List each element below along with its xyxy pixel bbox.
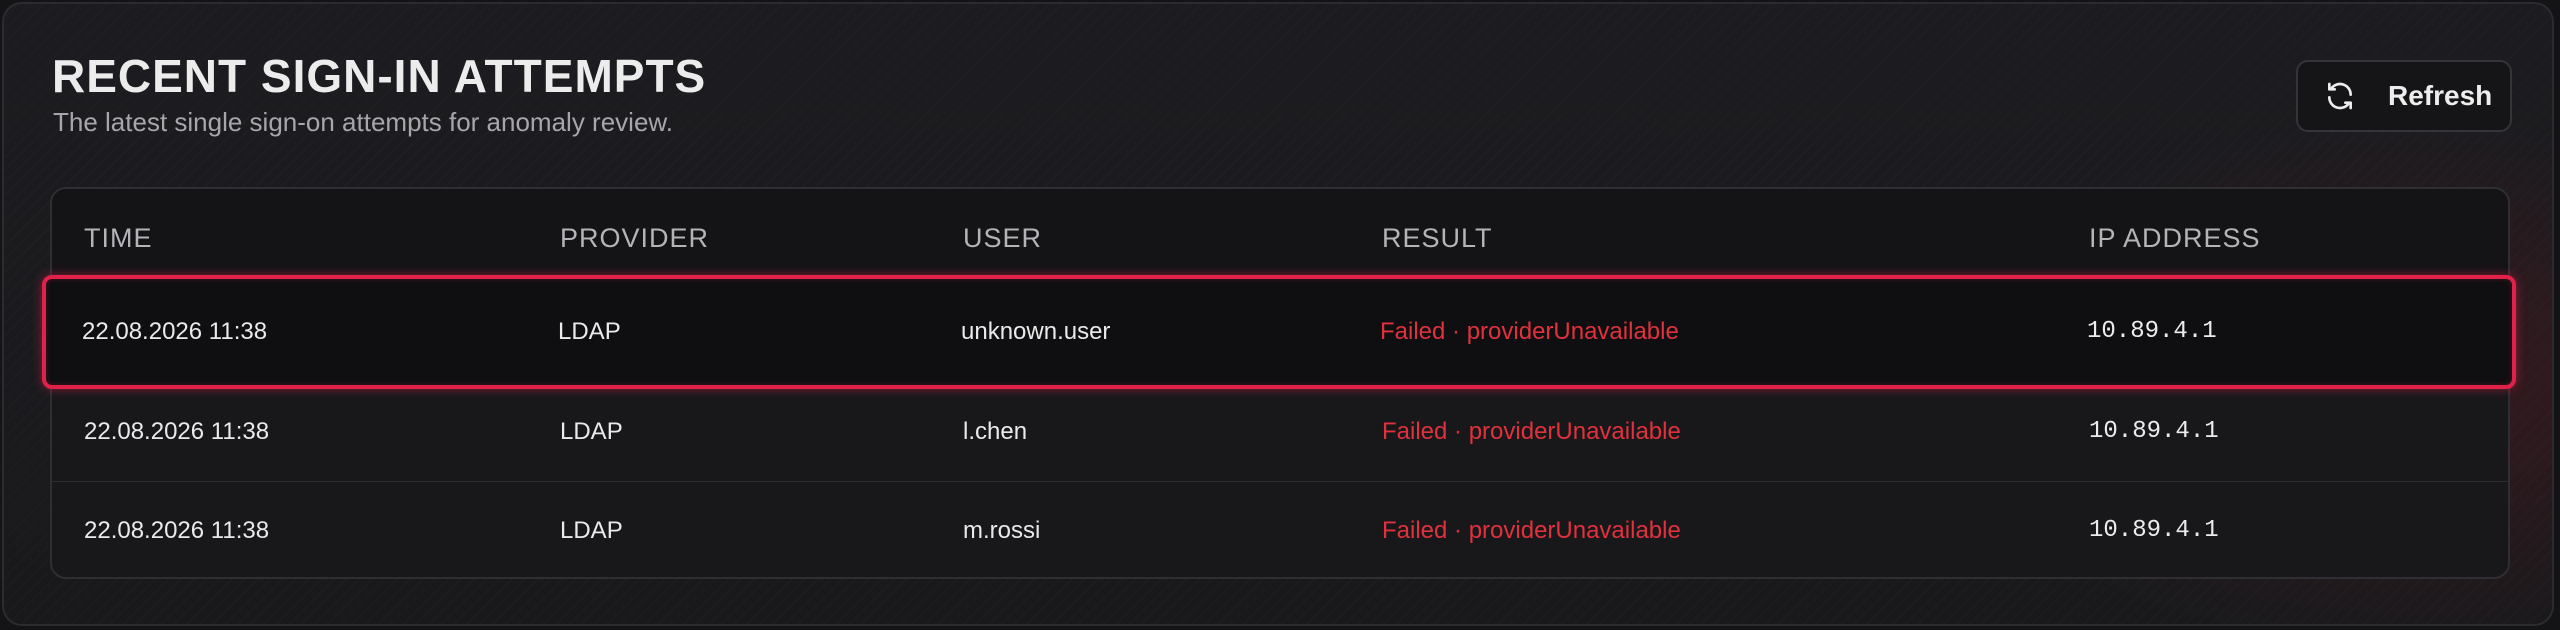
cell-result: Failed · providerUnavailable (1380, 318, 1679, 345)
refresh-icon (2324, 80, 2356, 112)
table-row-selected[interactable]: 22.08.2026 11:38 LDAP unknown.user Faile… (50, 275, 2510, 389)
table-row[interactable]: 22.08.2026 11:38 LDAP m.rossi Failed · p… (52, 481, 2508, 580)
column-header-time: TIME (84, 223, 153, 253)
cell-time: 22.08.2026 11:38 (84, 517, 270, 544)
table-row[interactable]: 22.08.2026 11:38 LDAP l.chen Failed · pr… (52, 383, 2508, 481)
cell-result: Failed · providerUnavailable (1382, 517, 1681, 544)
column-header-provider: PROVIDER (560, 223, 710, 253)
column-header-result: RESULT (1382, 223, 1493, 253)
cell-user: unknown.user (961, 318, 1111, 345)
page-title: RECENT SIGN-IN ATTEMPTS (52, 50, 707, 102)
cell-ip-address: 10.89.4.1 (2089, 418, 2219, 445)
cell-ip-address: 10.89.4.1 (2087, 318, 2217, 345)
refresh-button[interactable]: Refresh (2296, 60, 2512, 132)
cell-provider: LDAP (558, 318, 621, 345)
cell-provider: LDAP (560, 418, 623, 445)
cell-provider: LDAP (560, 517, 623, 544)
page-subtitle: The latest single sign-on attempts for a… (53, 107, 673, 137)
cell-time: 22.08.2026 11:38 (82, 318, 268, 345)
column-header-user: USER (963, 223, 1043, 253)
cell-result: Failed · providerUnavailable (1382, 418, 1681, 445)
cell-time: 22.08.2026 11:38 (84, 418, 270, 445)
cell-user: m.rossi (963, 517, 1041, 544)
refresh-button-label: Refresh (2388, 80, 2493, 111)
cell-user: l.chen (963, 418, 1028, 445)
column-header-ip-address: IP ADDRESS (2089, 223, 2261, 253)
table-header: TIME PROVIDER USER RESULT IP ADDRESS (52, 189, 2508, 286)
cell-ip-address: 10.89.4.1 (2089, 517, 2219, 544)
